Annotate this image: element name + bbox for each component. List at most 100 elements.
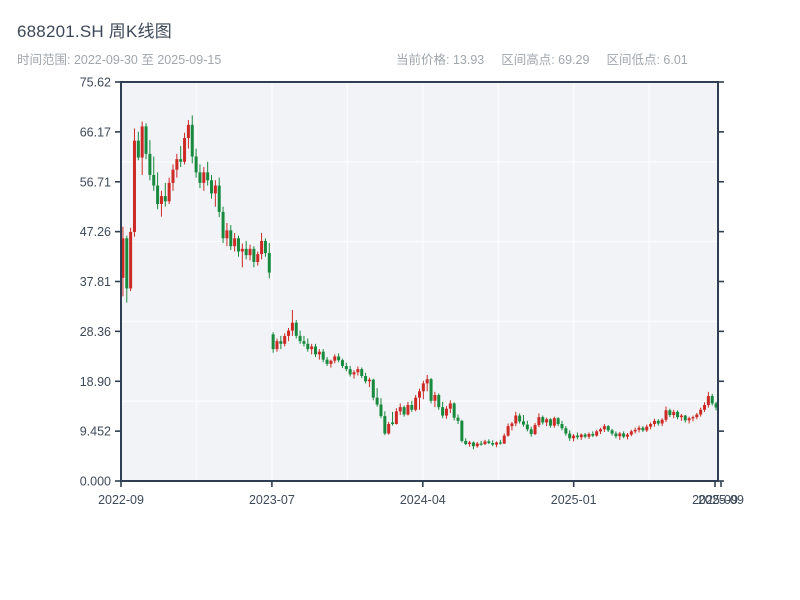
x-tick-label: 2025-09 xyxy=(698,493,744,507)
candle-up xyxy=(287,330,291,336)
candle-down xyxy=(491,443,495,445)
candle-down xyxy=(279,341,283,344)
candle-up xyxy=(310,346,314,350)
candle-down xyxy=(236,238,240,252)
candle-down xyxy=(360,369,364,376)
y-tick-label: 75.62 xyxy=(80,76,111,90)
candle-down xyxy=(479,443,483,445)
candle-down xyxy=(348,369,352,375)
candle-up xyxy=(175,159,179,170)
candle-down xyxy=(487,441,491,444)
candle-up xyxy=(687,418,691,421)
candle-down xyxy=(614,433,618,437)
candle-down xyxy=(676,411,680,418)
candle-down xyxy=(471,442,475,447)
candle-up xyxy=(159,196,163,204)
candle-up xyxy=(260,240,264,255)
candle-down xyxy=(371,379,375,398)
candle-down xyxy=(402,407,406,415)
candle-up xyxy=(637,427,641,430)
candle-down xyxy=(548,419,552,426)
candle-up xyxy=(579,434,583,438)
candle-up xyxy=(679,415,683,418)
candle-up xyxy=(140,126,144,158)
candle-down xyxy=(125,238,129,289)
candle-up xyxy=(213,185,217,194)
candle-down xyxy=(429,379,433,401)
candle-down xyxy=(144,126,148,154)
candle-up xyxy=(356,369,360,373)
candle-down xyxy=(375,397,379,405)
candle-down xyxy=(610,430,614,434)
candle-up xyxy=(202,172,206,183)
candle-down xyxy=(410,405,414,410)
candle-up xyxy=(649,424,653,427)
candle-down xyxy=(525,424,529,430)
candle-down xyxy=(271,334,275,350)
candle-up xyxy=(367,379,371,382)
candle-down xyxy=(556,418,560,425)
plot-area xyxy=(121,82,718,481)
candle-down xyxy=(710,396,714,404)
candle-down xyxy=(263,240,267,254)
candle-up xyxy=(699,409,703,415)
candle-up xyxy=(618,433,622,437)
candle-up xyxy=(183,138,187,162)
candle-down xyxy=(541,417,545,423)
candle-up xyxy=(502,435,506,444)
candle-up xyxy=(533,425,537,435)
candle-down xyxy=(194,156,198,173)
candle-down xyxy=(344,365,348,370)
candle-up xyxy=(645,426,649,431)
candle-down xyxy=(591,434,595,436)
candle-up xyxy=(398,407,402,412)
candle-down xyxy=(267,253,271,273)
candle-down xyxy=(163,196,167,202)
candle-down xyxy=(498,442,502,444)
candle-up xyxy=(186,124,190,139)
candle-down xyxy=(656,420,660,424)
candle-down xyxy=(568,433,572,439)
candle-up xyxy=(225,230,229,239)
candle-up xyxy=(691,417,695,419)
candle-up xyxy=(248,248,252,256)
kline-page: 688201.SH 周K线图 时间范围: 2022-09-30 至 2025-0… xyxy=(0,0,800,600)
candle-up xyxy=(317,351,321,355)
candle-down xyxy=(337,356,341,361)
y-tick-label: 56.71 xyxy=(80,175,111,189)
candle-down xyxy=(314,346,318,355)
candle-up xyxy=(625,434,629,437)
y-tick-label: 18.90 xyxy=(80,375,111,389)
x-tick-label: 2024-04 xyxy=(400,493,446,507)
candle-down xyxy=(606,426,610,431)
candle-up xyxy=(448,403,452,409)
candle-up xyxy=(421,383,425,392)
y-tick-label: 47.26 xyxy=(80,225,111,239)
candle-up xyxy=(633,429,637,432)
candle-up xyxy=(514,415,518,424)
y-tick-label: 9.452 xyxy=(80,425,111,439)
candle-down xyxy=(583,434,587,437)
candle-up xyxy=(506,426,510,436)
candle-down xyxy=(221,211,225,239)
candle-down xyxy=(364,376,368,382)
candle-up xyxy=(290,322,294,331)
candle-up xyxy=(171,169,175,183)
y-tick-label: 0.000 xyxy=(80,475,111,489)
candle-up xyxy=(595,431,599,436)
candle-up xyxy=(599,429,603,432)
candle-down xyxy=(683,415,687,421)
candle-up xyxy=(333,356,337,361)
candle-down xyxy=(575,435,579,438)
candle-up xyxy=(433,394,437,401)
candle-down xyxy=(383,416,387,434)
candle-down xyxy=(391,422,395,425)
candle-down xyxy=(252,248,256,263)
candle-up xyxy=(468,442,472,445)
y-tick-label: 37.81 xyxy=(80,275,111,289)
candle-down xyxy=(564,428,568,434)
candle-up xyxy=(233,238,237,247)
candle-up xyxy=(510,423,514,427)
candle-down xyxy=(321,351,325,360)
candle-down xyxy=(294,322,298,336)
